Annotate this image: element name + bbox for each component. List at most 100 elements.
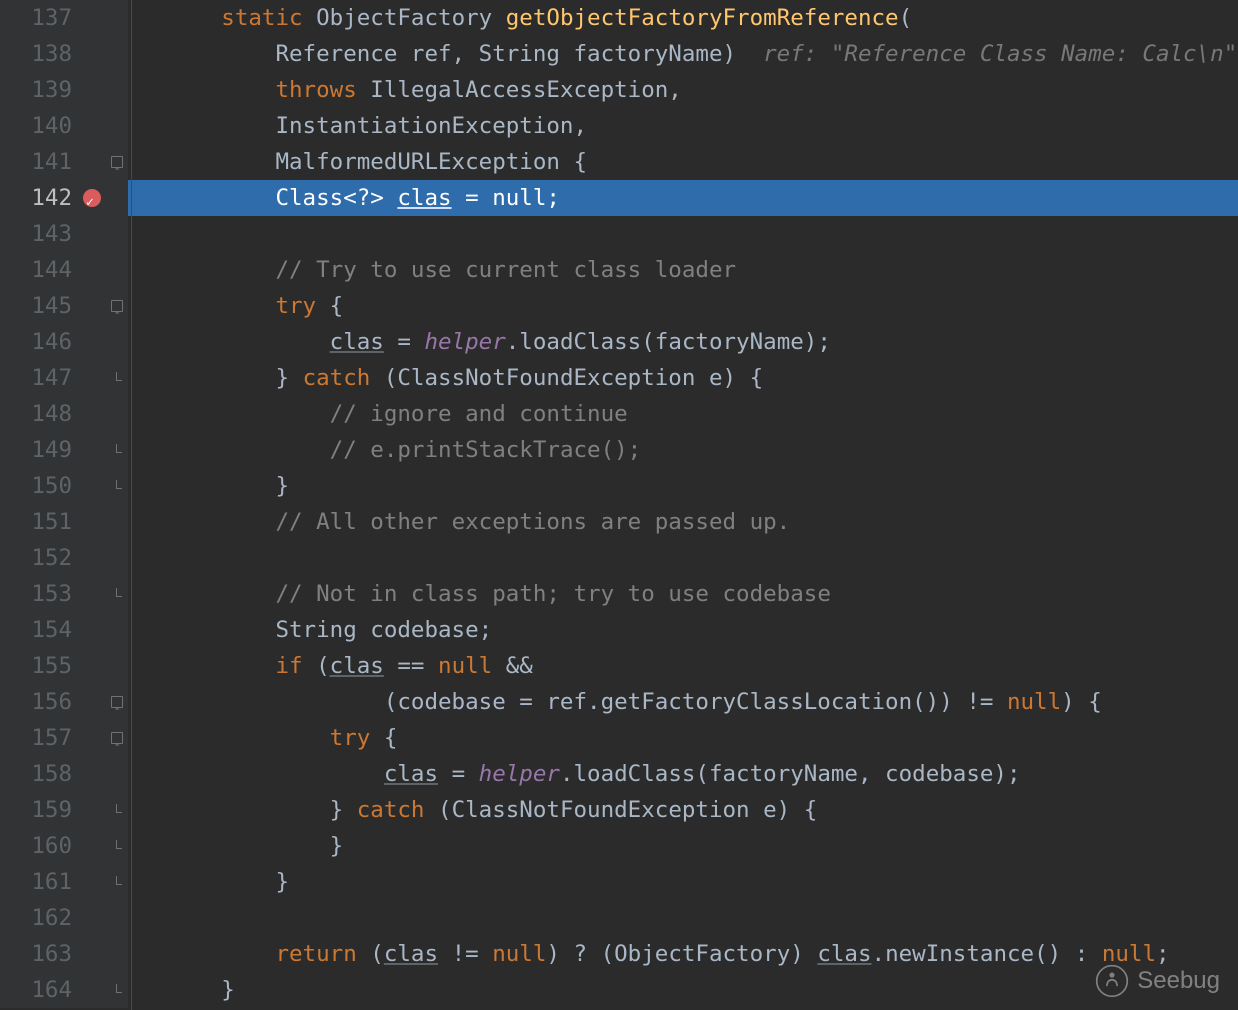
breakpoint-gutter[interactable] (78, 396, 106, 432)
fold-gutter[interactable] (106, 540, 128, 576)
line-number[interactable]: 139 (0, 72, 78, 108)
code-line[interactable]: 159 } catch (ClassNotFoundException e) { (0, 792, 1238, 828)
fold-gutter[interactable] (106, 0, 128, 36)
code-line[interactable]: 153 // Not in class path; try to use cod… (0, 576, 1238, 612)
code-content[interactable]: } catch (ClassNotFoundException e) { (128, 792, 1238, 828)
fold-gutter[interactable] (106, 612, 128, 648)
line-number[interactable]: 158 (0, 756, 78, 792)
code-line[interactable]: 145 try { (0, 288, 1238, 324)
fold-gutter[interactable] (106, 288, 128, 324)
code-content[interactable]: Reference ref, String factoryName) ref: … (128, 36, 1238, 72)
breakpoint-gutter[interactable] (78, 576, 106, 612)
breakpoint-gutter[interactable] (78, 684, 106, 720)
code-line[interactable]: 146 clas = helper.loadClass(factoryName)… (0, 324, 1238, 360)
fold-gutter[interactable] (106, 684, 128, 720)
fold-gutter[interactable] (106, 648, 128, 684)
code-content[interactable]: clas = helper.loadClass(factoryName, cod… (128, 756, 1238, 792)
fold-gutter[interactable] (106, 252, 128, 288)
line-number[interactable]: 151 (0, 504, 78, 540)
code-line[interactable]: 156 (codebase = ref.getFactoryClassLocat… (0, 684, 1238, 720)
code-content[interactable]: throws IllegalAccessException, (128, 72, 1238, 108)
breakpoint-gutter[interactable] (78, 972, 106, 1008)
breakpoint-gutter[interactable] (78, 288, 106, 324)
code-content[interactable]: } catch (ClassNotFoundException e) { (128, 360, 1238, 396)
code-content[interactable]: static ObjectFactory getObjectFactoryFro… (128, 0, 1238, 36)
fold-gutter[interactable] (106, 504, 128, 540)
line-number[interactable]: 155 (0, 648, 78, 684)
breakpoint-gutter[interactable] (78, 468, 106, 504)
line-number[interactable]: 150 (0, 468, 78, 504)
code-line[interactable]: 155 if (clas == null && (0, 648, 1238, 684)
fold-gutter[interactable] (106, 396, 128, 432)
code-content[interactable]: (codebase = ref.getFactoryClassLocation(… (128, 684, 1238, 720)
breakpoint-gutter[interactable] (78, 828, 106, 864)
line-number[interactable]: 161 (0, 864, 78, 900)
fold-close-icon[interactable] (111, 588, 123, 600)
fold-close-icon[interactable] (111, 804, 123, 816)
fold-gutter[interactable] (106, 828, 128, 864)
line-number[interactable]: 144 (0, 252, 78, 288)
code-content[interactable]: try { (128, 288, 1238, 324)
line-number[interactable]: 157 (0, 720, 78, 756)
line-number[interactable]: 140 (0, 108, 78, 144)
fold-open-icon[interactable] (111, 300, 123, 312)
code-content[interactable]: // All other exceptions are passed up. (128, 504, 1238, 540)
code-line[interactable]: 148 // ignore and continue (0, 396, 1238, 432)
line-number[interactable]: 147 (0, 360, 78, 396)
fold-gutter[interactable] (106, 468, 128, 504)
breakpoint-gutter[interactable] (78, 108, 106, 144)
fold-gutter[interactable] (106, 144, 128, 180)
breakpoint-gutter[interactable] (78, 936, 106, 972)
fold-close-icon[interactable] (111, 372, 123, 384)
code-content[interactable]: String codebase; (128, 612, 1238, 648)
code-content[interactable]: // ignore and continue (128, 396, 1238, 432)
code-content[interactable]: } (128, 864, 1238, 900)
code-line[interactable]: 140 InstantiationException, (0, 108, 1238, 144)
breakpoint-gutter[interactable] (78, 504, 106, 540)
code-content[interactable]: try { (128, 720, 1238, 756)
breakpoint-gutter[interactable] (78, 612, 106, 648)
fold-gutter[interactable] (106, 576, 128, 612)
code-line[interactable]: 154 String codebase; (0, 612, 1238, 648)
line-number[interactable]: 153 (0, 576, 78, 612)
code-content[interactable]: InstantiationException, (128, 108, 1238, 144)
fold-gutter[interactable] (106, 936, 128, 972)
code-line[interactable]: 158 clas = helper.loadClass(factoryName,… (0, 756, 1238, 792)
line-number[interactable]: 148 (0, 396, 78, 432)
code-content[interactable]: return (clas != null) ? (ObjectFactory) … (128, 936, 1238, 972)
fold-gutter[interactable] (106, 36, 128, 72)
breakpoint-gutter[interactable] (78, 720, 106, 756)
breakpoint-gutter[interactable] (78, 900, 106, 936)
code-line[interactable]: 141 MalformedURLException { (0, 144, 1238, 180)
breakpoint-gutter[interactable] (78, 144, 106, 180)
fold-close-icon[interactable] (111, 876, 123, 888)
code-content[interactable]: if (clas == null && (128, 648, 1238, 684)
code-line[interactable]: 144 // Try to use current class loader (0, 252, 1238, 288)
code-content[interactable] (128, 216, 1238, 252)
fold-gutter[interactable] (106, 972, 128, 1008)
breakpoint-gutter[interactable] (78, 432, 106, 468)
code-line[interactable]: 139 throws IllegalAccessException, (0, 72, 1238, 108)
breakpoint-gutter[interactable] (78, 0, 106, 36)
code-line[interactable]: 157 try { (0, 720, 1238, 756)
breakpoint-gutter[interactable] (78, 36, 106, 72)
fold-close-icon[interactable] (111, 480, 123, 492)
code-line[interactable]: 137 static ObjectFactory getObjectFactor… (0, 0, 1238, 36)
line-number[interactable]: 156 (0, 684, 78, 720)
line-number[interactable]: 162 (0, 900, 78, 936)
fold-open-icon[interactable] (111, 696, 123, 708)
breakpoint-gutter[interactable] (78, 792, 106, 828)
code-content[interactable]: // Try to use current class loader (128, 252, 1238, 288)
fold-close-icon[interactable] (111, 984, 123, 996)
line-number[interactable]: 145 (0, 288, 78, 324)
fold-gutter[interactable] (106, 360, 128, 396)
fold-gutter[interactable] (106, 792, 128, 828)
code-line[interactable]: 162 (0, 900, 1238, 936)
code-content[interactable]: } (128, 972, 1238, 1008)
line-number[interactable]: 164 (0, 972, 78, 1008)
line-number[interactable]: 141 (0, 144, 78, 180)
line-number[interactable]: 152 (0, 540, 78, 576)
code-line[interactable]: 161 } (0, 864, 1238, 900)
fold-gutter[interactable] (106, 900, 128, 936)
fold-close-icon[interactable] (111, 444, 123, 456)
